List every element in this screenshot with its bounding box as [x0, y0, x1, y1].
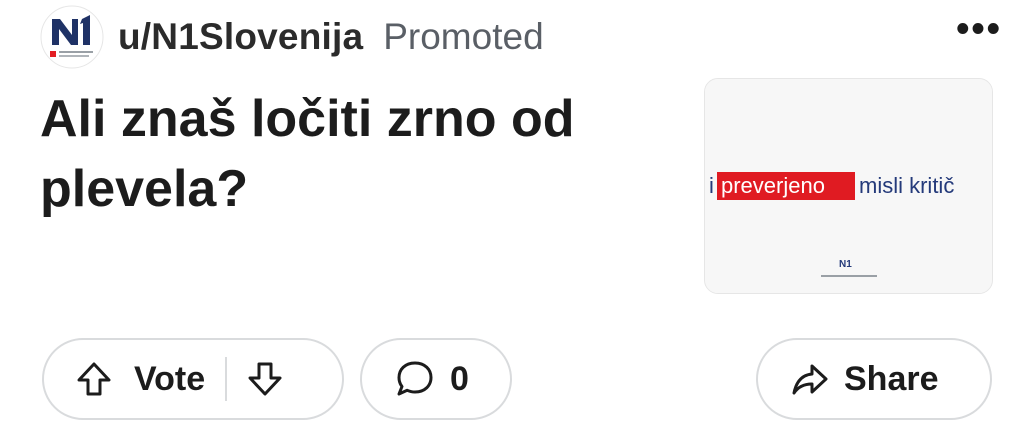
post-actions: Vote 0 Share	[42, 338, 992, 422]
ad-brand-mark: N1	[839, 259, 852, 270]
ad-thumbnail[interactable]: i preverjeno misli kritič N1	[704, 78, 993, 294]
vote-label: Vote	[134, 359, 206, 398]
n1-logo-icon	[40, 5, 104, 69]
arrow-up-outline-icon	[77, 362, 111, 396]
upvote-button[interactable]: Vote	[44, 340, 205, 418]
ad-image: i preverjeno misli kritič N1	[705, 79, 992, 293]
downvote-button[interactable]	[245, 340, 285, 418]
promoted-label: Promoted	[383, 16, 544, 57]
comment-count: 0	[450, 359, 469, 398]
post-header: u/N1Slovenija Promoted	[40, 5, 996, 69]
arrow-down-outline-icon	[248, 362, 282, 396]
username-link[interactable]: u/N1Slovenija	[118, 16, 363, 58]
share-button[interactable]: Share	[756, 338, 992, 420]
ad-text-rest: misli kritič	[859, 173, 954, 198]
share-arrow-icon	[792, 364, 828, 395]
comments-button[interactable]: 0	[360, 338, 512, 420]
n1-avatar[interactable]	[40, 5, 104, 69]
ad-text-highlight: preverjeno	[721, 173, 825, 198]
vote-group: Vote	[42, 338, 344, 420]
vote-divider	[225, 357, 228, 401]
speech-bubble-icon	[397, 361, 433, 396]
share-label: Share	[844, 359, 939, 398]
more-options-button[interactable]: •••	[956, 10, 1002, 48]
ad-text-prefix: i	[709, 173, 714, 198]
post-title[interactable]: Ali znaš ločiti zrno od plevela?	[40, 84, 640, 224]
